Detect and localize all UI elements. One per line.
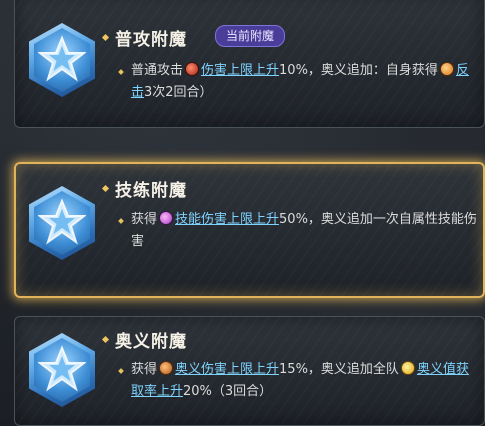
corner-ornament: [473, 164, 483, 174]
desc-text: 获得: [131, 212, 158, 227]
desc-bullet-icon: [118, 69, 124, 75]
corner-ornament: [16, 286, 26, 296]
desc-bullet-icon: [118, 368, 124, 374]
damage-cap-link[interactable]: 伤害上限上升: [201, 63, 279, 78]
enchant-card-normal-attack[interactable]: 普攻附魔 当前附魔 普通攻击 伤害上限上升10%，奥义追加：自身获得 反击3次2回合…: [14, 0, 485, 128]
card-title: 技练附魔: [115, 181, 187, 201]
desc-text: 20%（3回合）: [183, 384, 273, 399]
title-diamond: [101, 335, 110, 344]
blue-star-hex-icon: [29, 333, 95, 407]
gold-gauge-icon: [400, 361, 415, 375]
desc-text: 10%，奥义追加：自身获得: [279, 63, 438, 78]
skill-damage-cap-link[interactable]: 技能伤害上限上升: [175, 212, 279, 227]
card-description: 获得 技能伤害上限上升50%，奥义追加一次自属性技能伤害: [131, 209, 481, 253]
title-diamond: [101, 184, 110, 193]
desc-bullet-icon: [118, 218, 124, 224]
desc-text: 3次2回合）: [144, 85, 213, 100]
card-description: 获得 奥义伤害上限上升15%，奥义追加全队 奥义值获取率上升20%（3回合）: [131, 359, 481, 403]
enchant-card-skill[interactable]: 技练附魔 获得 技能伤害上限上升50%，奥义追加一次自属性技能伤害: [14, 162, 485, 298]
copper-ougi-icon: [159, 361, 174, 375]
desc-text: 获得: [131, 362, 158, 377]
enchant-card-ougi[interactable]: 奥义附魔 获得 奥义伤害上限上升15%，奥义追加全队 奥义值获取率上升20%（3回合…: [14, 316, 485, 426]
orange-counter-icon: [439, 62, 454, 76]
blue-star-hex-icon: [29, 23, 95, 97]
corner-ornament: [16, 164, 26, 174]
card-title: 普攻附魔: [115, 30, 187, 50]
purple-skill-icon: [159, 211, 174, 225]
desc-text: 15%，奥义追加全队: [279, 362, 399, 377]
card-title: 奥义附魔: [115, 332, 187, 352]
card-description: 普通攻击 伤害上限上升10%，奥义追加：自身获得 反击3次2回合）: [131, 60, 481, 104]
current-enchant-badge: 当前附魔: [215, 25, 286, 47]
desc-text: 普通攻击: [131, 63, 184, 78]
corner-ornament: [473, 286, 483, 296]
title-diamond: [101, 33, 110, 42]
ougi-damage-cap-link[interactable]: 奥义伤害上限上升: [175, 362, 279, 377]
red-damage-icon: [185, 62, 200, 76]
blue-star-hex-icon: [29, 186, 95, 260]
